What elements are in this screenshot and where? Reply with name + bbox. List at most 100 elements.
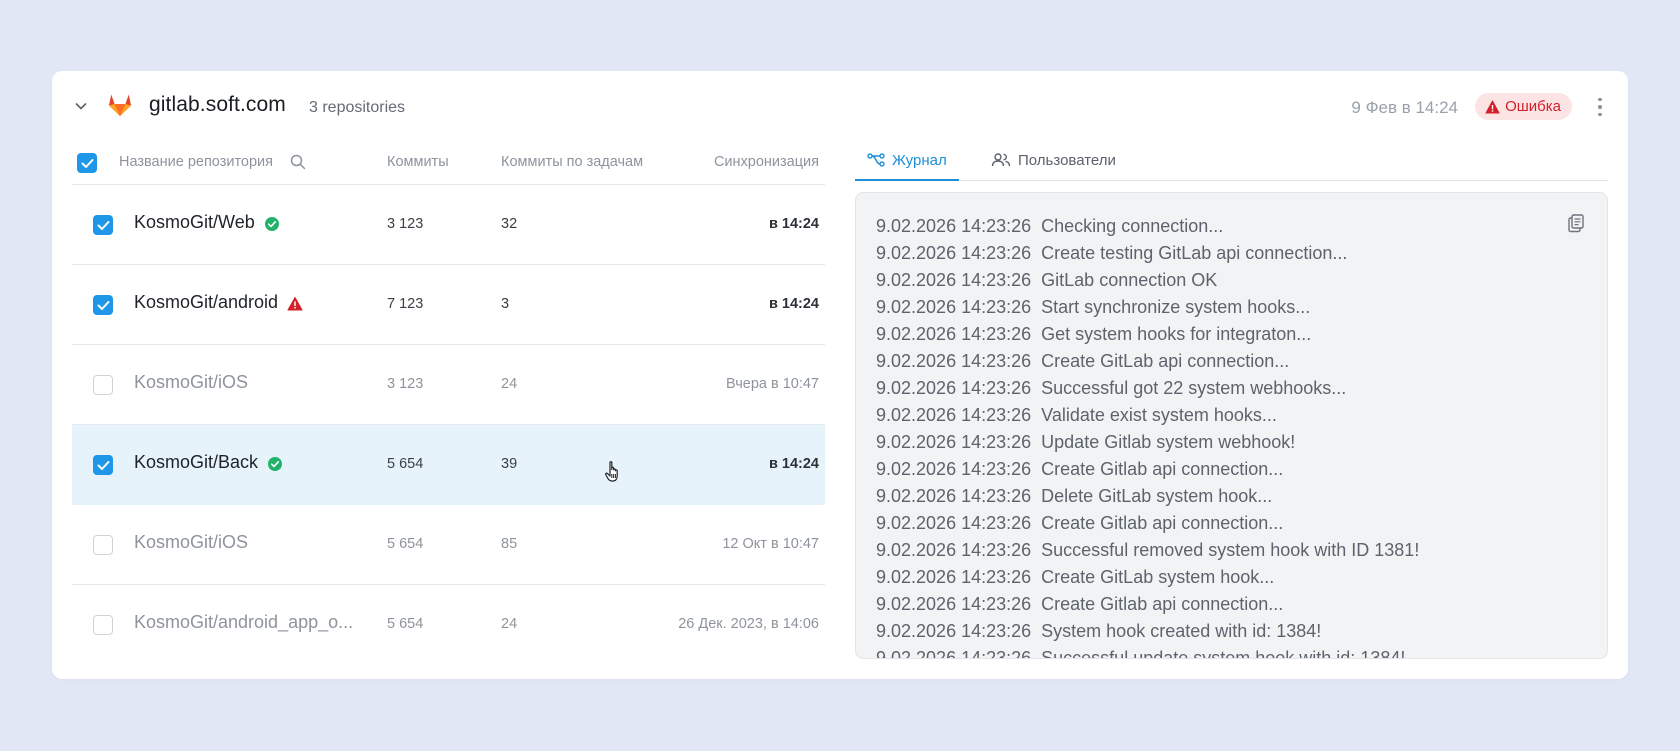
last-sync-timestamp: 9 Фев в 14:24 bbox=[1351, 98, 1458, 117]
column-header-commits: Коммиты bbox=[387, 154, 449, 170]
repo-name: KosmoGit/iOS bbox=[134, 532, 249, 552]
gitlab-logo-icon bbox=[109, 94, 131, 116]
log-line: 9.02.2026 14:23:26 Create testing GitLab … bbox=[876, 240, 1607, 267]
log-message: Create Gitlab api connection... bbox=[1041, 459, 1284, 479]
sync-time: 12 Окт в 10:47 bbox=[722, 536, 819, 552]
commits-count: 3 123 bbox=[387, 216, 424, 232]
log-timestamp: 9.02.2026 14:23:26 bbox=[876, 486, 1032, 506]
log-timestamp: 9.02.2026 14:23:26 bbox=[876, 405, 1032, 425]
warning-icon bbox=[1485, 100, 1500, 113]
log-message: Create testing GitLab api connection... bbox=[1041, 243, 1348, 263]
log-message: Checking connection... bbox=[1041, 216, 1224, 236]
tab-users[interactable]: Пользователи bbox=[979, 152, 1128, 181]
more-dot bbox=[1598, 112, 1602, 117]
log-timestamp: 9.02.2026 14:23:26 bbox=[876, 432, 1032, 452]
task-commits-count: 24 bbox=[501, 616, 518, 632]
log-message: Create Gitlab api connection... bbox=[1041, 513, 1284, 533]
host-title: gitlab.soft.com bbox=[149, 93, 286, 116]
task-commits-count: 32 bbox=[501, 216, 518, 232]
card-header: gitlab.soft.com 3 repositories 9 Фев в 1… bbox=[52, 71, 1628, 141]
log-timestamp: 9.02.2026 14:23:26 bbox=[876, 621, 1032, 641]
table-row[interactable]: KosmoGit/Web 3 123 32 в 14:24 bbox=[72, 185, 825, 265]
table-row[interactable]: KosmoGit/Back 5 654 39 в 14:24 bbox=[72, 425, 825, 505]
log-message: Successful got 22 system webhooks... bbox=[1041, 378, 1347, 398]
commits-count: 3 123 bbox=[387, 376, 424, 392]
tab-journal[interactable]: Журнал bbox=[855, 152, 959, 181]
error-status-badge[interactable]: Ошибка bbox=[1475, 93, 1572, 120]
column-header-task-commits: Коммиты по задачам bbox=[501, 154, 644, 170]
log-timestamp: 9.02.2026 14:23:26 bbox=[876, 216, 1032, 236]
log-line: 9.02.2026 14:23:26 System hook created wi… bbox=[876, 618, 1607, 645]
row-checkbox[interactable] bbox=[93, 535, 113, 555]
integration-card: gitlab.soft.com 3 repositories 9 Фев в 1… bbox=[52, 71, 1628, 679]
chevron-down-icon bbox=[75, 103, 87, 110]
repo-name: KosmoGit/iOS bbox=[134, 372, 249, 392]
log-line: 9.02.2026 14:23:26 Checking connection... bbox=[876, 213, 1607, 240]
log-line: 9.02.2026 14:23:26 Create GitLab system h… bbox=[876, 564, 1607, 591]
task-commits-count: 3 bbox=[501, 296, 510, 312]
log-message: Successful update system hook with id: 1… bbox=[1041, 648, 1406, 659]
commits-count: 5 654 bbox=[387, 536, 424, 552]
log-message: Validate exist system hooks... bbox=[1041, 405, 1277, 425]
row-checkbox[interactable] bbox=[93, 375, 113, 395]
tab-users-label: Пользователи bbox=[1018, 152, 1116, 169]
row-checkbox[interactable] bbox=[93, 615, 113, 635]
task-commits-count: 85 bbox=[501, 536, 518, 552]
log-message: Delete GitLab system hook... bbox=[1041, 486, 1273, 506]
table-row[interactable]: KosmoGit/android 7 123 3 в 14:24 bbox=[72, 265, 825, 345]
log-message: Start synchronize system hooks... bbox=[1041, 297, 1311, 317]
log-line: 9.02.2026 14:23:26 Successful got 22 syst… bbox=[876, 375, 1607, 402]
log-timestamp: 9.02.2026 14:23:26 bbox=[876, 648, 1032, 659]
sync-time: в 14:24 bbox=[768, 296, 819, 312]
success-check-icon bbox=[264, 216, 280, 232]
collapse-button[interactable] bbox=[70, 95, 92, 117]
row-checkbox[interactable] bbox=[93, 455, 113, 475]
copy-icon[interactable] bbox=[1565, 212, 1587, 234]
row-checkbox[interactable] bbox=[93, 295, 113, 315]
table-row[interactable]: KosmoGit/android_app_o... 5 654 24 26 Дек. … bbox=[72, 585, 825, 665]
log-line: 9.02.2026 14:23:26 Create Gitlab api conn… bbox=[876, 591, 1607, 618]
select-all-checkbox[interactable] bbox=[77, 153, 97, 173]
search-icon[interactable] bbox=[289, 153, 307, 171]
success-check-icon bbox=[267, 456, 283, 472]
log-timestamp: 9.02.2026 14:23:26 bbox=[876, 459, 1032, 479]
repo-name: KosmoGit/android bbox=[134, 292, 279, 312]
task-commits-count: 39 bbox=[501, 456, 518, 472]
repo-count: 3 repositories bbox=[309, 99, 406, 116]
sync-time: 26 Дек. 2023, в 14:06 bbox=[678, 616, 819, 632]
log-line: 9.02.2026 14:23:26 Create Gitlab api conn… bbox=[876, 510, 1607, 537]
row-checkbox[interactable] bbox=[93, 215, 113, 235]
warning-icon bbox=[287, 296, 303, 312]
checkmark-icon bbox=[97, 220, 109, 230]
repo-name: KosmoGit/Web bbox=[134, 212, 255, 232]
sync-time: Вчера в 10:47 bbox=[726, 376, 819, 392]
more-options-button[interactable] bbox=[1594, 95, 1606, 119]
sync-time: в 14:24 bbox=[768, 216, 819, 232]
log-message: Create GitLab api connection... bbox=[1041, 351, 1290, 371]
log-timestamp: 9.02.2026 14:23:26 bbox=[876, 351, 1032, 371]
log-message: Create Gitlab api connection... bbox=[1041, 594, 1284, 614]
more-dot bbox=[1598, 97, 1602, 102]
more-dot bbox=[1598, 105, 1602, 109]
log-line: 9.02.2026 14:23:26 Validate exist system … bbox=[876, 402, 1607, 429]
users-icon bbox=[991, 153, 1011, 167]
log-timestamp: 9.02.2026 14:23:26 bbox=[876, 378, 1032, 398]
table-row[interactable]: KosmoGit/iOS 5 654 85 12 Окт в 10:47 bbox=[72, 505, 825, 585]
log-timestamp: 9.02.2026 14:23:26 bbox=[876, 297, 1032, 317]
task-commits-count: 24 bbox=[501, 376, 518, 392]
column-header-name: Название репозитория bbox=[119, 154, 274, 170]
log-line: 9.02.2026 14:23:26 GitLab connection OK bbox=[876, 267, 1607, 294]
pointer-cursor-icon bbox=[603, 459, 625, 485]
log-timestamp: 9.02.2026 14:23:26 bbox=[876, 567, 1032, 587]
log-timestamp: 9.02.2026 14:23:26 bbox=[876, 270, 1032, 290]
commits-count: 5 654 bbox=[387, 616, 424, 632]
log-panel[interactable]: 9.02.2026 14:23:26 Checking connection...… bbox=[855, 192, 1608, 659]
log-timestamp: 9.02.2026 14:23:26 bbox=[876, 540, 1032, 560]
log-message: Get system hooks for integraton... bbox=[1041, 324, 1312, 344]
table-header: Название репозитория Коммиты Коммиты по … bbox=[72, 141, 825, 185]
log-line: 9.02.2026 14:23:26 Update Gitlab system w… bbox=[876, 429, 1607, 456]
log-line: 9.02.2026 14:23:26 Start synchronize syst… bbox=[876, 294, 1607, 321]
commits-count: 7 123 bbox=[387, 296, 424, 312]
table-row[interactable]: KosmoGit/iOS 3 123 24 Вчера в 10:47 bbox=[72, 345, 825, 425]
log-message: Create GitLab system hook... bbox=[1041, 567, 1275, 587]
